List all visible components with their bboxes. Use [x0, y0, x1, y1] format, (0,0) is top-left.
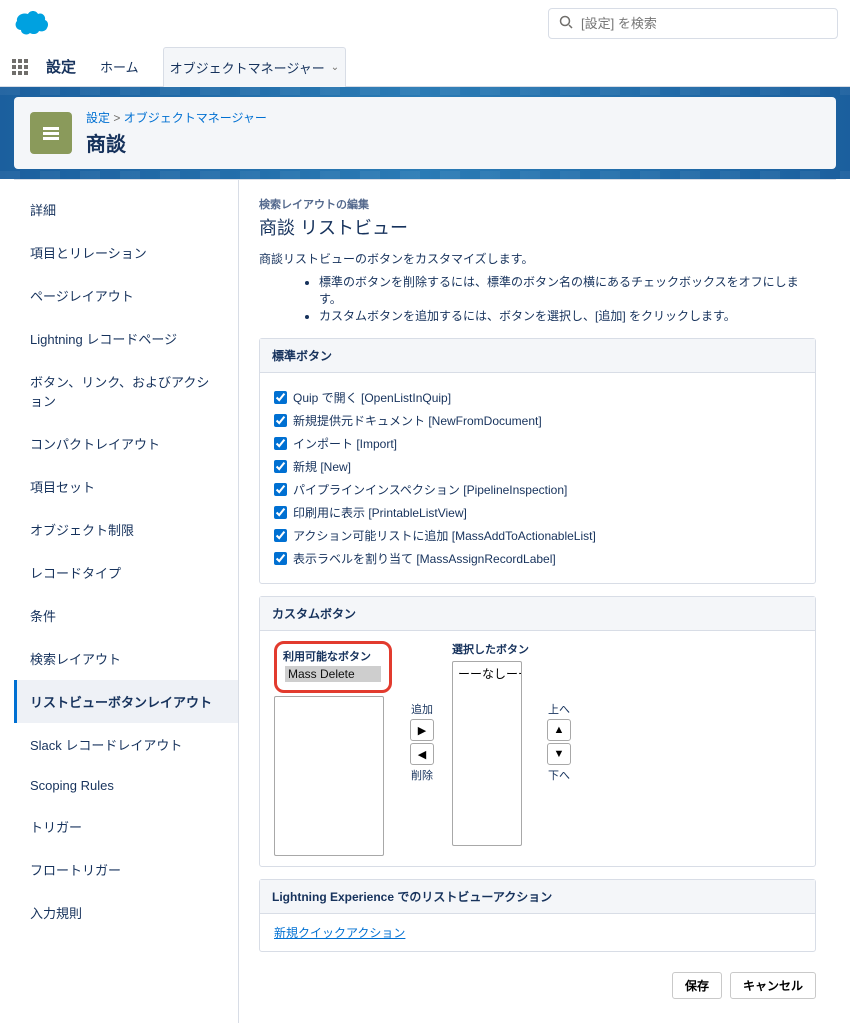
sidebar-item[interactable]: 入力規則 — [14, 891, 238, 934]
new-quick-action-link[interactable]: 新規クイックアクション — [274, 926, 405, 940]
sidebar-item[interactable]: オブジェクト制限 — [14, 508, 238, 551]
salesforce-logo-icon — [12, 8, 52, 39]
standard-button-checkbox[interactable] — [274, 414, 287, 427]
standard-button-checkbox[interactable] — [274, 552, 287, 565]
cancel-button[interactable]: キャンセル — [730, 972, 816, 999]
sidebar-item[interactable]: トリガー — [14, 805, 238, 848]
sidebar-item[interactable]: 項目とリレーション — [14, 231, 238, 274]
remove-button[interactable]: ◀ — [410, 743, 434, 765]
standard-button-label: Quip で開く [OpenListInQuip] — [293, 389, 451, 406]
sidebar-item[interactable]: フロートリガー — [14, 848, 238, 891]
standard-button-label: 表示ラベルを割り当て [MassAssignRecordLabel] — [293, 550, 556, 567]
breadcrumb-objmgr[interactable]: オブジェクトマネージャー — [124, 111, 267, 125]
up-label: 上へ — [548, 701, 570, 717]
remove-label: 削除 — [411, 767, 433, 783]
breadcrumb-setup[interactable]: 設定 — [86, 111, 110, 125]
sidebar-item[interactable]: Scoping Rules — [14, 766, 238, 805]
add-button[interactable]: ▶ — [410, 719, 434, 741]
sidebar-item[interactable]: 条件 — [14, 594, 238, 637]
standard-button-row[interactable]: インポート [Import] — [274, 435, 801, 452]
sidebar-item[interactable]: ボタン、リンク、およびアクション — [14, 360, 238, 422]
standard-button-checkbox[interactable] — [274, 391, 287, 404]
none-option[interactable]: ーーなしーー — [455, 664, 519, 683]
sidebar-item[interactable]: 詳細 — [14, 188, 238, 231]
available-buttons-list[interactable]: Mass Delete — [283, 664, 383, 684]
page-title: 商談 — [86, 128, 267, 157]
standard-button-checkbox[interactable] — [274, 437, 287, 450]
standard-button-checkbox[interactable] — [274, 460, 287, 473]
chevron-down-icon: ⌄ — [331, 62, 339, 73]
sidebar: 詳細項目とリレーションページレイアウトLightning レコードページボタン、… — [14, 180, 239, 1023]
up-button[interactable]: ▲ — [547, 719, 571, 741]
standard-button-label: 印刷用に表示 [PrintableListView] — [293, 504, 467, 521]
down-button[interactable]: ▼ — [547, 743, 571, 765]
sidebar-item[interactable]: レコードタイプ — [14, 551, 238, 594]
standard-button-row[interactable]: 新規提供元ドキュメント [NewFromDocument] — [274, 412, 801, 429]
down-label: 下へ — [548, 767, 570, 783]
section-lex-actions: Lightning Experience でのリストビューアクション — [260, 880, 815, 914]
available-buttons-list-body[interactable] — [274, 696, 384, 856]
sidebar-item[interactable]: 項目セット — [14, 465, 238, 508]
sidebar-item[interactable]: Lightning レコードページ — [14, 317, 238, 360]
section-standard-buttons: 標準ボタン — [260, 339, 815, 373]
save-button[interactable]: 保存 — [672, 972, 722, 999]
standard-button-row[interactable]: アクション可能リストに追加 [MassAddToActionableList] — [274, 527, 801, 544]
search-input[interactable] — [581, 16, 827, 31]
sidebar-item[interactable]: Slack レコードレイアウト — [14, 723, 238, 766]
selected-buttons-list[interactable]: ーーなしーー — [452, 661, 522, 846]
nav-title: 設定 — [46, 56, 76, 77]
standard-button-label: 新規提供元ドキュメント [NewFromDocument] — [293, 412, 542, 429]
search-icon — [559, 15, 573, 32]
available-label: 利用可能なボタン — [283, 648, 383, 664]
hint-item: カスタムボタンを追加するには、ボタンを選択し、[追加] をクリックします。 — [319, 307, 816, 324]
hints-list: 標準のボタンを削除するには、標準のボタン名の横にあるチェックボックスをオフにしま… — [319, 273, 816, 324]
tab-home[interactable]: ホーム — [94, 47, 145, 86]
global-search[interactable] — [548, 8, 838, 39]
hint-item: 標準のボタンを削除するには、標準のボタン名の横にあるチェックボックスをオフにしま… — [319, 273, 816, 307]
selected-label: 選択したボタン — [452, 641, 529, 657]
breadcrumb: 設定 > オブジェクトマネージャー — [86, 109, 267, 126]
sidebar-item[interactable]: ページレイアウト — [14, 274, 238, 317]
standard-button-row[interactable]: 印刷用に表示 [PrintableListView] — [274, 504, 801, 521]
sidebar-item[interactable]: 検索レイアウト — [14, 637, 238, 680]
standard-button-row[interactable]: 新規 [New] — [274, 458, 801, 475]
standard-button-label: インポート [Import] — [293, 435, 397, 452]
standard-button-row[interactable]: パイプラインインスペクション [PipelineInspection] — [274, 481, 801, 498]
object-icon — [30, 112, 72, 154]
section-custom-buttons: カスタムボタン — [260, 597, 815, 631]
edit-label: 検索レイアウトの編集 — [259, 196, 816, 212]
sidebar-item[interactable]: リストビューボタンレイアウト — [14, 680, 238, 723]
standard-button-row[interactable]: 表示ラベルを割り当て [MassAssignRecordLabel] — [274, 550, 801, 567]
standard-button-checkbox[interactable] — [274, 506, 287, 519]
standard-button-checkbox[interactable] — [274, 529, 287, 542]
add-label: 追加 — [411, 701, 433, 717]
available-highlight: 利用可能なボタン Mass Delete — [274, 641, 392, 693]
standard-button-row[interactable]: Quip で開く [OpenListInQuip] — [274, 389, 801, 406]
available-option[interactable]: Mass Delete — [285, 666, 381, 682]
standard-button-label: 新規 [New] — [293, 458, 351, 475]
tab-label: オブジェクトマネージャー — [170, 58, 325, 77]
standard-button-label: パイプラインインスペクション [PipelineInspection] — [293, 481, 567, 498]
standard-button-checkbox[interactable] — [274, 483, 287, 496]
main-title: 商談 リストビュー — [259, 214, 816, 240]
app-launcher-icon[interactable] — [12, 59, 28, 75]
tab-object-manager[interactable]: オブジェクトマネージャー ⌄ — [163, 47, 346, 87]
standard-button-label: アクション可能リストに追加 [MassAddToActionableList] — [293, 527, 596, 544]
description: 商談リストビューのボタンをカスタマイズします。 — [259, 250, 816, 267]
sidebar-item[interactable]: コンパクトレイアウト — [14, 422, 238, 465]
